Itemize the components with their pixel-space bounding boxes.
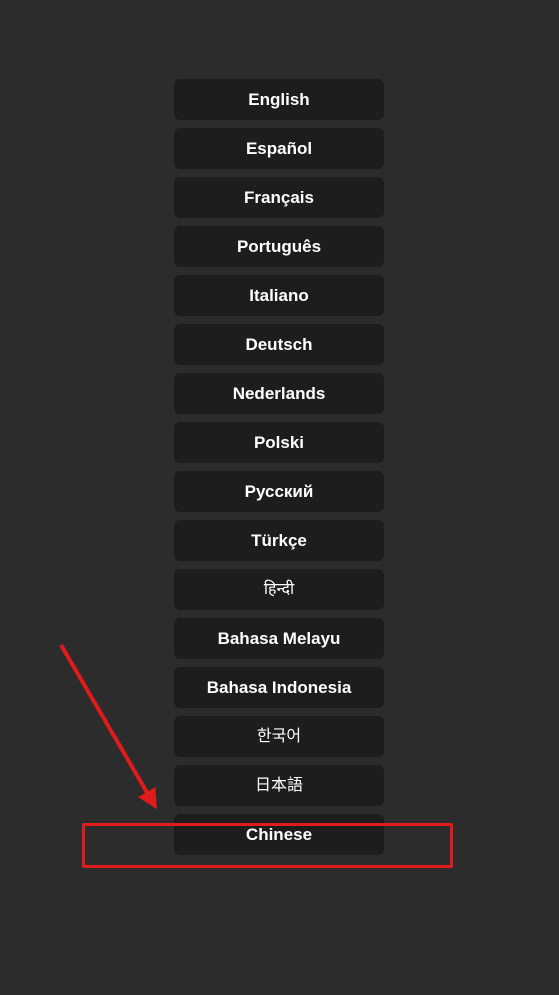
language-option-italiano[interactable]: Italiano [174, 275, 384, 316]
language-option-espanol[interactable]: Español [174, 128, 384, 169]
pointer-arrow-icon [59, 643, 157, 810]
language-option-bahasa-indonesia[interactable]: Bahasa Indonesia [174, 667, 384, 708]
language-option-portugues[interactable]: Português [174, 226, 384, 267]
language-option-polski[interactable]: Polski [174, 422, 384, 463]
language-option-english[interactable]: English [174, 79, 384, 120]
language-option-turkce[interactable]: Türkçe [174, 520, 384, 561]
language-option-francais[interactable]: Français [174, 177, 384, 218]
language-selection-screen: English Español Français Português Itali… [0, 0, 559, 995]
language-option-hindi[interactable]: हिन्दी [174, 569, 384, 610]
language-option-list: English Español Français Português Itali… [174, 79, 384, 855]
language-option-nederlands[interactable]: Nederlands [174, 373, 384, 414]
language-option-russian[interactable]: Русский [174, 471, 384, 512]
language-option-japanese[interactable]: 日本語 [174, 765, 384, 806]
language-option-korean[interactable]: 한국어 [174, 716, 384, 757]
language-option-deutsch[interactable]: Deutsch [174, 324, 384, 365]
highlight-rectangle [82, 823, 453, 868]
language-option-bahasa-melayu[interactable]: Bahasa Melayu [174, 618, 384, 659]
